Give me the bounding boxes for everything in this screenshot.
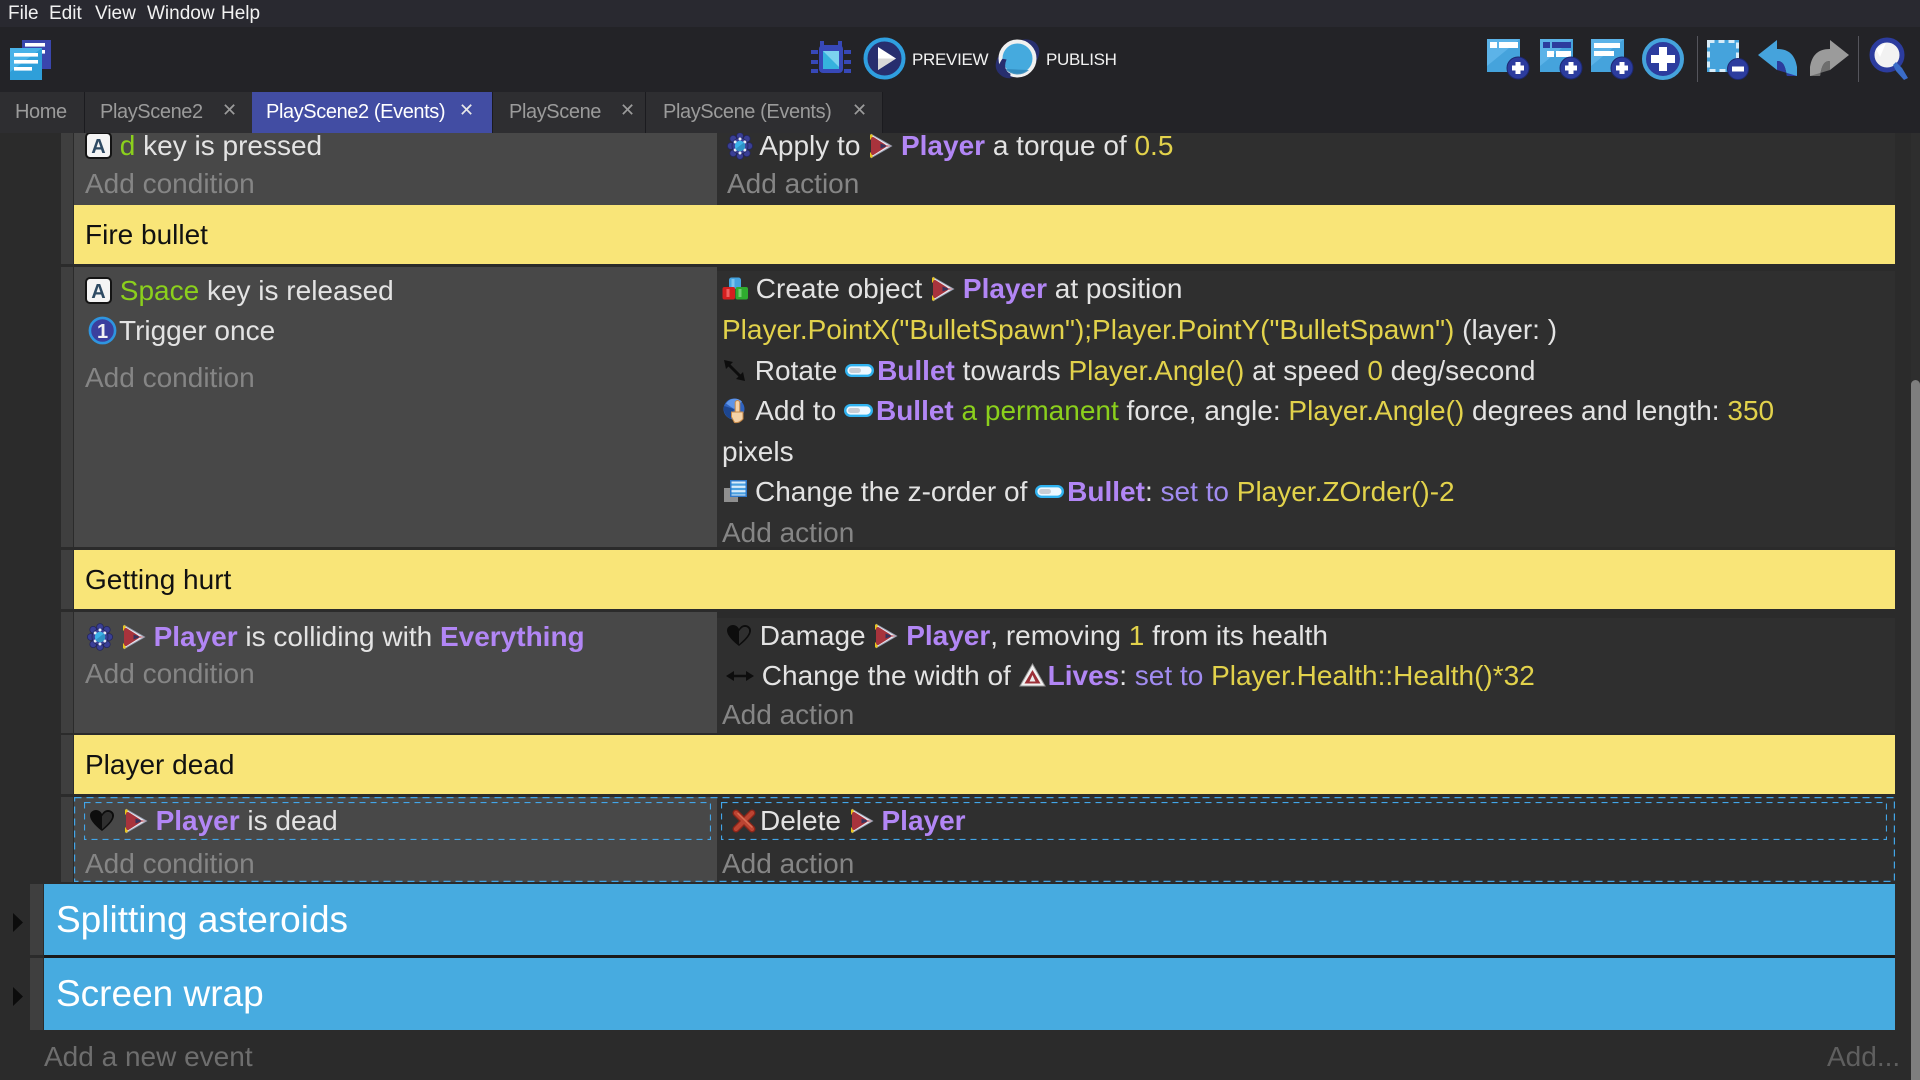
svg-text:A: A (91, 281, 105, 303)
svg-text:1: 1 (97, 321, 108, 343)
svg-text:A: A (91, 136, 105, 158)
